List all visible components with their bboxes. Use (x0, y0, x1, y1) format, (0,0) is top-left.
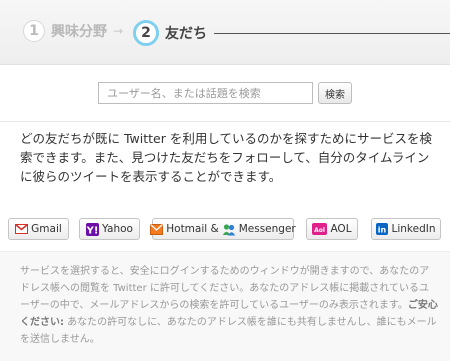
linkedin-label: LinkedIn (391, 223, 436, 235)
step-label: 興味分野 (51, 24, 107, 40)
page: 1 興味分野 → 2 友だち 検索 どの友だちが既に Twitter を利用して… (0, 0, 450, 361)
step-header: 1 興味分野 → 2 友だち (0, 0, 450, 65)
hotmail-messenger-button[interactable]: Hotmail & Messenger (150, 218, 296, 240)
yahoo-label: Yahoo (102, 223, 133, 235)
yahoo-icon: Y! (86, 222, 100, 236)
gmail-button[interactable]: Gmail (8, 218, 69, 240)
svg-text:Aol: Aol (315, 227, 326, 234)
step-arrow-icon: → (113, 24, 124, 38)
messenger-label: Messenger (238, 223, 296, 235)
linkedin-icon: in (376, 223, 389, 235)
privacy-notice: サービスを選択すると、安全にログインするためのウィンドウが開きますので、あなたの… (0, 251, 450, 361)
aol-icon: Aol (312, 223, 328, 235)
linkedin-button[interactable]: in LinkedIn (371, 218, 441, 240)
hotmail-icon (150, 223, 164, 235)
svg-text:in: in (378, 226, 387, 235)
search-button[interactable]: 検索 (318, 82, 352, 104)
notice-text-part1: サービスを選択すると、安全にログインするためのウィンドウが開きますので、あなたの… (20, 266, 430, 311)
svg-text:Y!: Y! (86, 225, 98, 236)
step-number: 1 (23, 20, 45, 42)
aol-button[interactable]: Aol AOL (306, 218, 358, 240)
messenger-icon (222, 223, 236, 236)
gmail-label: Gmail (31, 223, 62, 235)
step-label: 友だち (165, 26, 207, 42)
step-interests[interactable]: 1 興味分野 (23, 20, 107, 42)
description-text: どの友だちが既に Twitter を利用しているのかを探すためにサービスを検索で… (20, 131, 432, 184)
divider (0, 121, 450, 122)
step-number: 2 (133, 20, 159, 46)
step-progress-line (214, 33, 450, 34)
search-input[interactable] (98, 82, 313, 104)
gmail-icon (15, 224, 29, 234)
hotmail-label: Hotmail & (166, 223, 219, 235)
step-friends: 2 友だち (133, 20, 207, 46)
yahoo-button[interactable]: Y! Yahoo (79, 218, 140, 240)
notice-text: サービスを選択すると、安全にログインするためのウィンドウが開きますので、あなたの… (20, 263, 438, 348)
search-area: 検索 (0, 65, 450, 120)
notice-text-part2: あなたの許可なしに、あなたのアドレス帳を誰にも共有しませんし、誰にもメールを送信… (20, 317, 437, 345)
aol-label: AOL (330, 223, 352, 235)
service-buttons: Gmail Y! Yahoo Hotmail & Messenger Aol A… (0, 218, 450, 244)
